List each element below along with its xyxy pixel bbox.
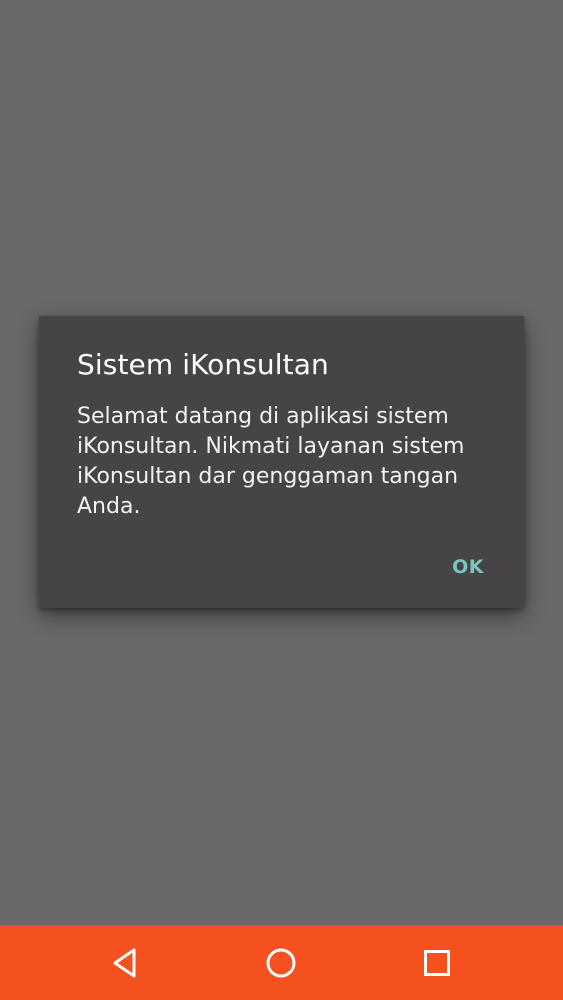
home-circle-icon xyxy=(266,948,296,978)
navigation-bar xyxy=(0,925,563,1000)
welcome-dialog: Sistem iKonsultan Selamat datang di apli… xyxy=(39,316,524,608)
home-button[interactable] xyxy=(253,935,309,991)
recent-apps-button[interactable] xyxy=(409,935,465,991)
back-button[interactable] xyxy=(97,935,153,991)
recent-apps-square-icon xyxy=(424,950,450,976)
back-triangle-icon xyxy=(113,948,136,978)
dialog-message: Selamat datang di aplikasi sistem iKonsu… xyxy=(77,404,465,519)
ok-button[interactable]: OK xyxy=(438,550,498,584)
app-screen: Sistem iKonsultan Selamat datang di apli… xyxy=(0,0,563,1000)
dialog-title: Sistem iKonsultan xyxy=(77,348,329,381)
